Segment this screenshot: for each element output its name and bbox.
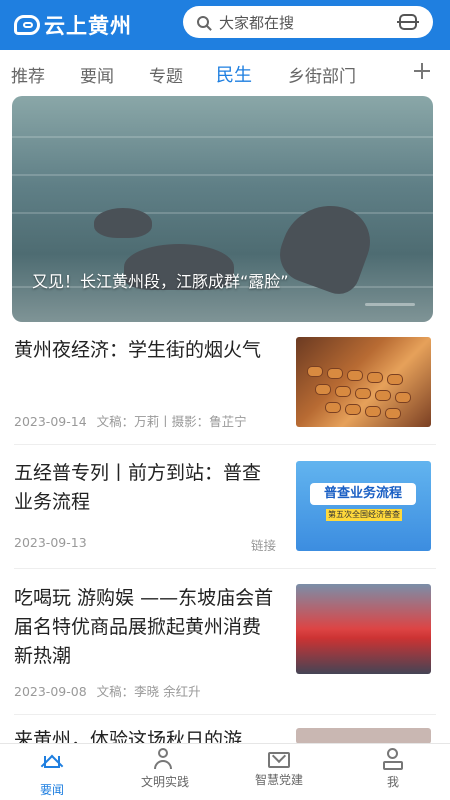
search-icon (197, 16, 209, 28)
tab-township-departments[interactable]: 乡街部门 (288, 62, 356, 87)
app-header: 云上黄州 大家都在搜 (0, 0, 450, 50)
nav-label: 文明实践 (140, 775, 189, 789)
nav-label: 要闻 (39, 783, 64, 797)
tab-livelihood[interactable]: 民生 (216, 61, 252, 87)
home-icon (40, 754, 64, 778)
news-thumbnail[interactable]: 普查业务流程 第五次全国经济普查 (296, 461, 431, 551)
news-meta: 2023-09-08 文稿：李晓 余红升 (14, 681, 276, 700)
mail-icon (268, 752, 290, 768)
nav-smart-party-building[interactable]: 智慧党建 (234, 748, 324, 788)
poster-subtitle: 第五次全国经济普查 (326, 509, 402, 521)
people-icon (154, 748, 176, 770)
nav-label: 智慧党建 (254, 773, 303, 787)
news-date: 2023-09-08 (14, 684, 87, 699)
nav-label: 我 (386, 775, 399, 789)
carousel-indicator (365, 303, 415, 306)
nav-me[interactable]: 我 (348, 748, 438, 790)
user-icon (382, 748, 404, 770)
news-byline: 文稿：李晓 余红升 (96, 684, 201, 699)
hero-banner[interactable]: 又见！长江黄州段，江豚成群“露脸” (12, 96, 433, 322)
news-title[interactable]: 吃喝玩 游购娱 ——东坡庙会首届名特优商品展掀起黄州消费新热潮 (14, 584, 276, 671)
tab-topics[interactable]: 专题 (149, 62, 183, 87)
tab-headlines[interactable]: 要闻 (80, 62, 114, 87)
news-thumbnail[interactable] (296, 337, 431, 427)
add-channel-icon[interactable] (414, 63, 430, 79)
news-title[interactable]: 五经普专列丨前方到站：普查业务流程 (14, 459, 276, 517)
divider (14, 714, 436, 715)
search-placeholder: 大家都在搜 (219, 13, 295, 32)
hero-caption: 又见！长江黄州段，江豚成群“露脸” (32, 272, 289, 291)
news-thumbnail[interactable] (296, 728, 431, 744)
news-title[interactable]: 黄州夜经济：学生街的烟火气 (14, 336, 276, 365)
news-meta: 2023-09-13 链接 (14, 535, 276, 554)
poster-title: 普查业务流程 (310, 483, 416, 505)
news-meta: 2023-09-14 文稿：万莉丨摄影：鲁芷宁 (14, 411, 276, 430)
news-byline: 文稿：万莉丨摄影：鲁芷宁 (96, 414, 247, 429)
cloud-logo-icon (14, 15, 40, 35)
news-thumbnail[interactable] (296, 584, 431, 674)
search-bar[interactable]: 大家都在搜 (183, 6, 433, 38)
scan-icon[interactable] (397, 14, 419, 30)
logo-text: 云上黄州 (44, 14, 132, 38)
bottom-navigation: 要闻 文明实践 智慧党建 我 (0, 743, 450, 800)
divider (14, 444, 436, 445)
nav-headlines[interactable]: 要闻 (7, 748, 97, 798)
channel-tabs: 推荐 要闻 专题 民生 乡街部门 (0, 50, 450, 96)
news-date: 2023-09-14 (14, 414, 87, 429)
news-tag: 链接 (250, 538, 276, 553)
dolphin-image (94, 208, 152, 238)
app-logo[interactable]: 云上黄州 (14, 10, 132, 40)
tab-recommend[interactable]: 推荐 (11, 62, 45, 87)
news-date: 2023-09-13 (14, 535, 87, 550)
nav-civilization-practice[interactable]: 文明实践 (120, 748, 210, 790)
divider (14, 568, 436, 569)
